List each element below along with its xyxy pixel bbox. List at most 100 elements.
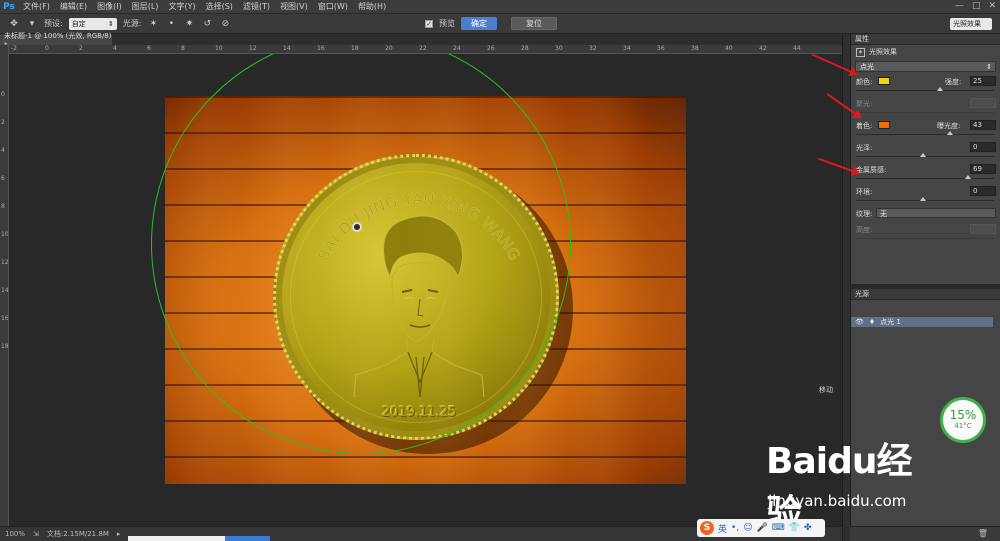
ambience-field[interactable]: 0: [970, 186, 996, 196]
height-slider: [856, 238, 994, 239]
texture-row: 纹理: 无: [851, 207, 1000, 223]
color-swatch[interactable]: [878, 77, 890, 85]
hotspot-label: 聚光:: [856, 100, 873, 108]
menu-bar: Ps 文件(F) 编辑(E) 图像(I) 图层(L) 文字(Y) 选择(S) 滤…: [0, 0, 1000, 14]
ruler-top-label: 16: [317, 45, 325, 52]
preset-select[interactable]: 自定 ⇕: [68, 17, 117, 30]
sogou-icon[interactable]: S: [700, 521, 714, 535]
menu-filter[interactable]: 滤镜(T): [238, 1, 275, 12]
menu-window[interactable]: 窗口(W): [313, 1, 353, 12]
canvas-area[interactable]: BAI DU JING YAN XING WANG 2019.11.25 移动: [9, 54, 842, 526]
texture-label: 纹理:: [856, 210, 873, 218]
ambience-slider-thumb[interactable]: [919, 197, 926, 201]
ruler-top-label: 44: [793, 45, 801, 52]
mic-icon[interactable]: 🎤: [757, 523, 768, 533]
light-center-handle[interactable]: [352, 222, 362, 232]
tool-preset-icon[interactable]: ▾: [26, 18, 38, 30]
gloss-field[interactable]: 0: [970, 142, 996, 152]
trash-icon[interactable]: 🗑: [978, 529, 988, 538]
menu-edit[interactable]: 编辑(E): [55, 1, 92, 12]
properties-panel-title[interactable]: 属性: [851, 34, 1000, 45]
cpu-monitor-widget[interactable]: 15% 41°C: [940, 397, 986, 443]
emoji-icon[interactable]: ☺: [743, 523, 752, 533]
ruler-left[interactable]: 0 2 4 6 8 10 12 14 16 18: [0, 45, 9, 526]
minimize-icon[interactable]: —: [955, 1, 964, 11]
menu-select[interactable]: 选择(S): [201, 1, 238, 12]
intensity-slider-thumb[interactable]: [936, 87, 943, 91]
hotspot-field: [970, 98, 996, 108]
light-item-label: 点光 1: [880, 318, 901, 326]
ruler-top-label: 14: [283, 45, 291, 52]
menu-image[interactable]: 图像(I): [92, 1, 127, 12]
workspace-select[interactable]: 光照效果: [950, 18, 992, 30]
delete-light-icon[interactable]: ⊘: [219, 18, 231, 30]
intensity-field[interactable]: 25: [970, 76, 996, 86]
menu-type[interactable]: 文字(Y): [163, 1, 200, 12]
ruler-top-label: 10: [215, 45, 223, 52]
spot-light-icon[interactable]: ✶: [147, 18, 159, 30]
ambience-label: 环境:: [856, 188, 873, 196]
bulb-icon: ♦: [868, 318, 876, 326]
menu-help[interactable]: 帮助(H): [353, 1, 391, 12]
ok-button[interactable]: 确定: [461, 17, 497, 30]
ruler-top-label: 6: [147, 45, 151, 52]
export-icon[interactable]: ⇲: [33, 530, 39, 538]
lighting-icon: ✶: [856, 47, 865, 57]
point-light-icon[interactable]: •: [165, 18, 177, 30]
intensity-label: 强度:: [945, 78, 962, 86]
gloss-slider-thumb[interactable]: [919, 153, 926, 157]
light-type-value: 点光: [860, 62, 874, 71]
menu-file[interactable]: 文件(F): [18, 1, 55, 12]
move-tool-icon[interactable]: ✥: [8, 18, 20, 30]
keyboard-icon[interactable]: ⌨: [772, 523, 785, 533]
close-icon[interactable]: ✕: [988, 1, 996, 11]
exposure-slider[interactable]: [856, 134, 994, 135]
doc-size-info[interactable]: 文档:2.15M/21.8M: [47, 529, 109, 539]
status-menu-icon[interactable]: ▸: [117, 530, 121, 538]
reset-light-icon[interactable]: ↺: [201, 18, 213, 30]
document-tab[interactable]: 未标题-1 @ 100% (光效, RGB/8) *: [0, 32, 112, 49]
properties-panel: 属性 ✶ 光照效果 点光 ⇕ 颜色: 强度: 25 聚光: 着色: 曝光度: 4…: [850, 34, 1000, 284]
ruler-top-label: 8: [181, 45, 185, 52]
height-label: 高度:: [856, 226, 873, 234]
ime-lang[interactable]: 英: [718, 522, 727, 535]
zoom-level[interactable]: 100%: [5, 530, 25, 538]
skin-icon[interactable]: 👕: [789, 523, 800, 533]
ime-toolbar[interactable]: S 英 •, ☺ 🎤 ⌨ 👕 ✤: [697, 519, 825, 537]
menu-layer[interactable]: 图层(L): [127, 1, 164, 12]
baidu-url: jingyan.baidu.com: [768, 492, 907, 510]
exposure-slider-thumb[interactable]: [947, 131, 954, 135]
ruler-left-label: 4: [1, 147, 5, 154]
ruler-top-label: 12: [249, 45, 257, 52]
ruler-top-label: -2: [11, 45, 17, 52]
preview-checkbox[interactable]: ✓: [425, 19, 433, 28]
light-item[interactable]: 👁 ♦ 点光 1: [851, 317, 993, 327]
cpu-percent: 15%: [949, 408, 977, 422]
ruler-top-label: 38: [691, 45, 699, 52]
maximize-icon[interactable]: □: [972, 1, 981, 11]
chevron-down-icon: ⇕: [107, 19, 114, 28]
ruler-top-label: 18: [351, 45, 359, 52]
ruler-left-label: 8: [1, 203, 5, 210]
eye-icon[interactable]: 👁: [855, 318, 864, 326]
lights-panel-title[interactable]: 光源: [851, 289, 1000, 300]
texture-select[interactable]: 无: [876, 208, 996, 218]
ruler-left-label: 10: [1, 231, 9, 238]
shade-swatch[interactable]: [878, 121, 890, 129]
ambience-row: 环境: 0: [851, 185, 1000, 207]
exposure-field[interactable]: 43: [970, 120, 996, 130]
color-label: 颜色:: [856, 78, 873, 86]
shade-row: 着色: 曝光度: 43: [851, 119, 1000, 141]
light-type-select[interactable]: 点光 ⇕: [855, 61, 996, 72]
ruler-top-label: 20: [385, 45, 393, 52]
metallic-field[interactable]: 69: [970, 164, 996, 174]
infinite-light-icon[interactable]: ✷: [183, 18, 195, 30]
ruler-top[interactable]: -2 0 2 4 6 8 10 12 14 16 18 20 22 24 26 28 30 32 34 36 38 40 4…: [9, 45, 842, 54]
metallic-slider-thumb[interactable]: [964, 175, 971, 179]
metallic-slider[interactable]: [856, 178, 994, 179]
tools-icon[interactable]: ✤: [804, 523, 812, 533]
punctuation-icon[interactable]: •,: [731, 523, 739, 533]
reset-button[interactable]: 复位: [511, 17, 557, 30]
intensity-slider[interactable]: [856, 90, 994, 91]
menu-view[interactable]: 视图(V): [275, 1, 313, 12]
